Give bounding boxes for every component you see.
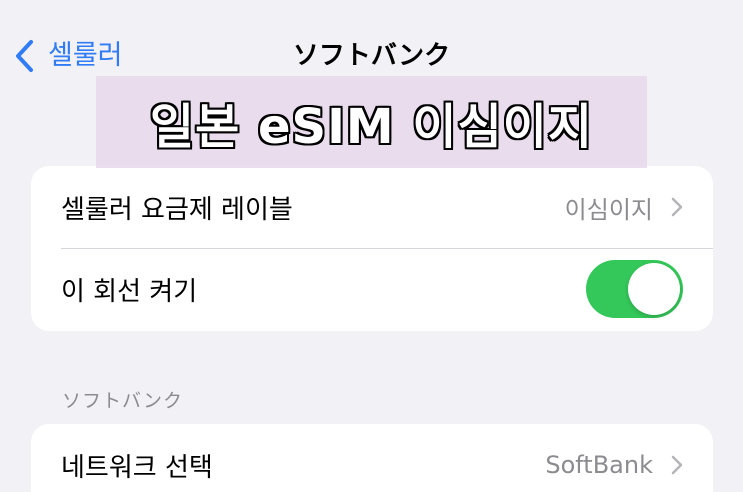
plan-label-row[interactable]: 셀룰러 요금제 레이블 이심이지 [31, 166, 713, 248]
title-banner: 일본 eSIM 이심이지 [96, 76, 647, 168]
network-selection-label: 네트워크 선택 [61, 452, 213, 483]
plan-label-title: 셀룰러 요금제 레이블 [61, 194, 293, 225]
network-selection-row[interactable]: 네트워크 선택 SoftBank [31, 424, 713, 492]
line-toggle-row: 이 회선 켜기 [31, 248, 713, 330]
chevron-right-icon [671, 197, 683, 217]
carrier-section-header: ソフトバンク [62, 390, 183, 412]
carrier-settings-group: 네트워크 선택 SoftBank [31, 424, 713, 492]
banner-text: 일본 eSIM 이심이지 [149, 99, 594, 155]
network-selection-value: SoftBank [545, 451, 653, 479]
plan-settings-group: 셀룰러 요금제 레이블 이심이지 이 회선 켜기 [31, 166, 713, 331]
plan-label-value: 이심이지 [564, 195, 653, 224]
page-title: ソフトバンク [292, 41, 451, 71]
line-toggle-label: 이 회선 켜기 [61, 276, 198, 307]
chevron-right-icon [671, 455, 683, 475]
line-toggle-switch[interactable] [586, 260, 683, 318]
toggle-knob [628, 263, 680, 315]
